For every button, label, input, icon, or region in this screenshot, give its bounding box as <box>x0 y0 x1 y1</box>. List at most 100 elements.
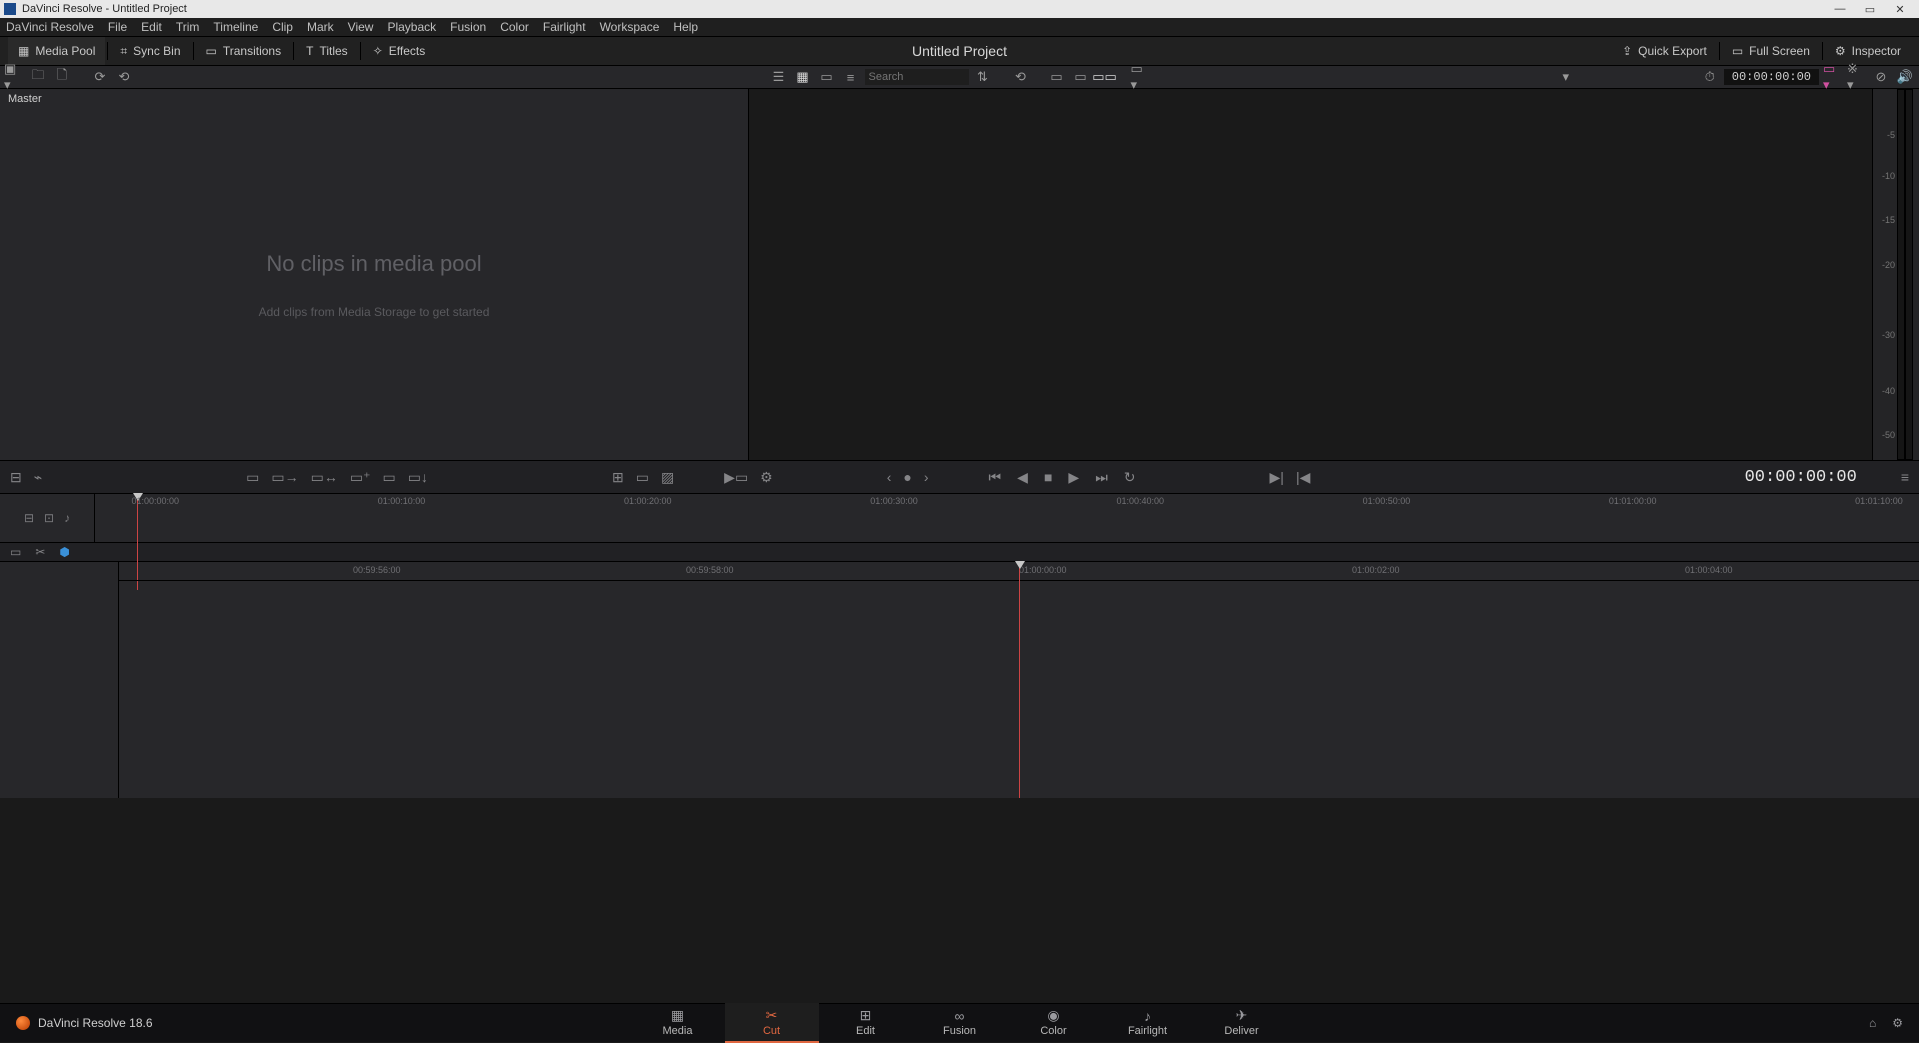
bin-master-label[interactable]: Master <box>0 89 748 109</box>
smart-insert-icon[interactable]: ▭ <box>246 469 259 486</box>
safe-area-dropdown[interactable]: ※ ▾ <box>1847 68 1867 86</box>
bypass-icon[interactable]: ⊘ <box>1871 68 1891 86</box>
close-up-icon[interactable]: ▭⁺ <box>350 469 371 486</box>
menu-view[interactable]: View <box>348 20 374 34</box>
marker-icon[interactable]: ⬢ <box>59 545 69 559</box>
timecode-source-icon[interactable]: ⏱ <box>1700 68 1720 86</box>
source-overwrite-icon[interactable]: ▭↓ <box>408 469 428 486</box>
menu-workspace[interactable]: Workspace <box>600 20 660 34</box>
transition-icon[interactable]: ▭ <box>636 469 649 486</box>
page-media[interactable]: ▦Media <box>631 1003 725 1041</box>
menu-fairlight[interactable]: Fairlight <box>543 20 586 34</box>
link-icon[interactable]: ⟲ <box>114 68 134 86</box>
menu-timeline[interactable]: Timeline <box>213 20 258 34</box>
viewer-panel[interactable] <box>749 89 1872 460</box>
maximize-button[interactable]: ▭ <box>1855 1 1885 17</box>
locked-track-icon[interactable]: ⊟ <box>24 511 34 525</box>
project-settings-icon[interactable]: ⚙ <box>1892 1016 1903 1030</box>
transport-timecode[interactable]: 00:00:00:00 <box>1745 468 1857 487</box>
menu-app[interactable]: DaVinci Resolve <box>6 20 94 34</box>
append-icon[interactable]: ▭→ <box>271 469 298 486</box>
timeline-dropdown[interactable]: ▾ <box>1556 68 1576 86</box>
sync-icon[interactable]: ⟳ <box>90 68 110 86</box>
next-edit-icon[interactable]: ▶| <box>1270 469 1284 486</box>
strip-view-icon[interactable]: ▭ <box>817 68 837 86</box>
home-icon[interactable]: ⌂ <box>1869 1016 1876 1030</box>
quick-export-button[interactable]: ⇪ Quick Export <box>1612 44 1717 58</box>
tab-sync-bin[interactable]: ⌗ Sync Bin <box>110 37 190 65</box>
viewer-mode-dropdown[interactable]: ▭ ▾ <box>1131 68 1151 86</box>
close-button[interactable]: ✕ <box>1885 1 1915 17</box>
page-nav: DaVinci Resolve 18.6 ▦Media✂Cut⊞Edit∞Fus… <box>0 1003 1919 1042</box>
viewer-timecode[interactable]: 00:00:00:00 <box>1724 69 1819 85</box>
full-screen-button[interactable]: ▭ Full Screen <box>1722 44 1820 58</box>
source-tape-icon[interactable]: ▭ <box>1071 68 1091 86</box>
resolution-dropdown[interactable]: ▭ ▾ <box>1823 68 1843 86</box>
menu-fusion[interactable]: Fusion <box>450 20 486 34</box>
go-end-icon[interactable]: ⏭ <box>1095 469 1108 486</box>
page-color[interactable]: ◉Color <box>1007 1003 1101 1041</box>
timeline-options-icon[interactable]: ⚙ <box>760 469 773 486</box>
new-bin-icon[interactable]: 🗀 <box>28 68 48 86</box>
page-fusion[interactable]: ∞Fusion <box>913 1003 1007 1041</box>
boring-detector-icon[interactable]: ⊟ <box>10 469 22 486</box>
loop-icon[interactable]: ↻ <box>1124 469 1136 486</box>
metadata-view-icon[interactable]: ☰ <box>769 68 789 86</box>
razor-icon[interactable]: ✂ <box>35 545 45 559</box>
minimize-button[interactable]: — <box>1825 1 1855 17</box>
go-start-icon[interactable]: ⏮ <box>989 469 1002 486</box>
menu-color[interactable]: Color <box>500 20 529 34</box>
menu-edit[interactable]: Edit <box>141 20 162 34</box>
track-area[interactable]: 00:59:56:0000:59:58:0001:00:00:0001:00:0… <box>119 562 1919 798</box>
tab-titles[interactable]: T Titles <box>296 37 358 65</box>
menu-clip[interactable]: Clip <box>272 20 293 34</box>
dissolve-icon[interactable]: ▨ <box>661 469 674 486</box>
jog-dot-icon[interactable]: ● <box>903 469 911 485</box>
list-view-icon[interactable]: ≡ <box>841 68 861 86</box>
menu-trim[interactable]: Trim <box>176 20 200 34</box>
play-reverse-icon[interactable]: ◀ <box>1017 469 1028 486</box>
menu-mark[interactable]: Mark <box>307 20 334 34</box>
mid-toolbar: ⊟ ⌁ ▭ ▭→ ▭↔ ▭⁺ ▭ ▭↓ ⊞ ▭ ▨ ▶▭ ⚙ ‹ ● › ⏮ ◀… <box>0 460 1919 494</box>
fast-review-icon[interactable]: ▶▭ <box>724 469 748 486</box>
media-pool-empty[interactable]: No clips in media pool Add clips from Me… <box>0 109 748 460</box>
thumbnail-view-icon[interactable]: ▦ <box>793 68 813 86</box>
page-cut[interactable]: ✂Cut <box>725 1003 819 1043</box>
ripple-overwrite-icon[interactable]: ▭↔ <box>311 469 338 486</box>
menu-help[interactable]: Help <box>673 20 698 34</box>
page-deliver[interactable]: ✈Deliver <box>1195 1003 1289 1041</box>
page-edit[interactable]: ⊞Edit <box>819 1003 913 1041</box>
dual-viewer-icon[interactable]: ▭▭ <box>1095 68 1115 86</box>
tab-effects[interactable]: ✧ Effects <box>363 37 436 65</box>
search-input[interactable] <box>865 69 969 85</box>
video-track-icon[interactable]: ▭ <box>10 545 21 559</box>
ruler-tick: 01:01:10:00 <box>1855 496 1903 506</box>
tools-icon[interactable]: ⊞ <box>612 469 624 486</box>
play-icon[interactable]: ▶ <box>1068 469 1079 486</box>
prev-edit-icon[interactable]: |◀ <box>1296 469 1310 486</box>
new-timeline-icon[interactable]: 🗋 <box>52 68 72 86</box>
place-on-top-icon[interactable]: ▭ <box>383 469 396 486</box>
stop-icon[interactable]: ■ <box>1044 469 1052 485</box>
sort-icon[interactable]: ⇅ <box>973 68 993 86</box>
timeline-menu-icon[interactable]: ≡ <box>1901 469 1909 485</box>
refresh-icon[interactable]: ⟲ <box>1011 68 1031 86</box>
jog-right-icon[interactable]: › <box>924 469 929 485</box>
page-fairlight[interactable]: ♪Fairlight <box>1101 1003 1195 1041</box>
tab-transitions[interactable]: ▭ Transitions <box>196 37 292 65</box>
sync-lock-icon[interactable]: ⊡ <box>44 511 54 525</box>
pages-container: ▦Media✂Cut⊞Edit∞Fusion◉Color♪Fairlight✈D… <box>631 1003 1289 1043</box>
menu-file[interactable]: File <box>108 20 127 34</box>
source-clip-icon[interactable]: ▭ <box>1047 68 1067 86</box>
split-icon[interactable]: ⌁ <box>34 469 42 486</box>
menu-playback[interactable]: Playback <box>387 20 436 34</box>
import-dropdown[interactable]: ▣ ▾ <box>4 68 24 86</box>
lower-playhead[interactable] <box>1019 562 1020 798</box>
inspector-button[interactable]: ⚙ Inspector <box>1825 44 1911 58</box>
upper-ruler[interactable]: 01:00:00:0001:00:10:0001:00:20:0001:00:3… <box>95 494 1919 542</box>
audio-track-icon[interactable]: ♪ <box>64 511 70 525</box>
page-label: Deliver <box>1224 1025 1258 1037</box>
speaker-icon[interactable]: 🔊 <box>1895 68 1915 86</box>
jog-left-icon[interactable]: ‹ <box>887 469 892 485</box>
media-pool-icon: ▦ <box>18 44 29 58</box>
